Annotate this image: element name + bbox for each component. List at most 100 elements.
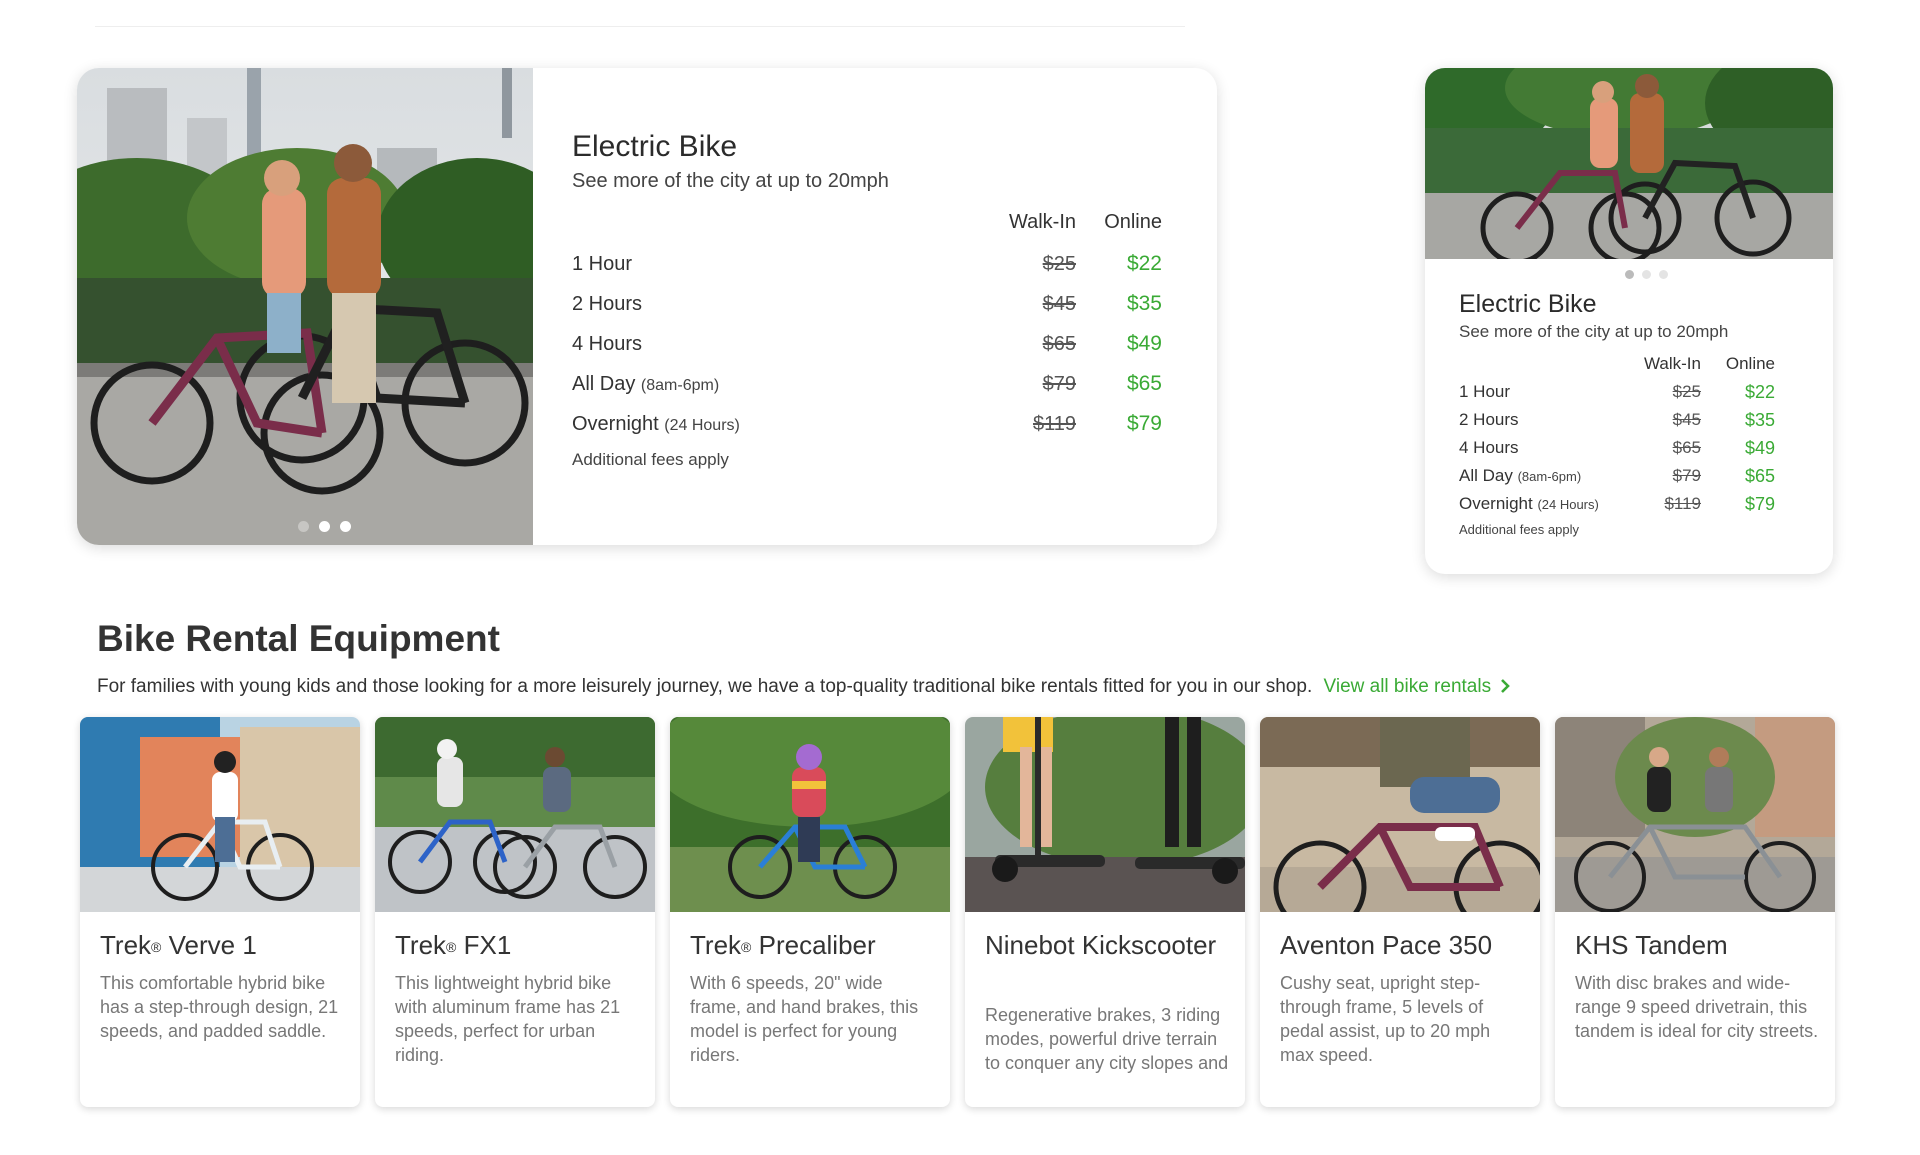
- walkin-price: $25: [1042, 252, 1076, 275]
- equipment-card-aventon-pace-350[interactable]: Aventon Pace 350 Cushy seat, upright ste…: [1260, 717, 1540, 1107]
- carousel-dot[interactable]: [1659, 270, 1668, 279]
- price-row: 1 Hour $25 $22: [1459, 378, 1775, 406]
- top-divider: [95, 26, 1185, 27]
- electric-bike-card-large: Electric Bike See more of the city at up…: [77, 68, 1217, 545]
- carousel-dot[interactable]: [1642, 270, 1651, 279]
- duration-label: 1 Hour: [572, 252, 633, 275]
- equipment-photo: [1260, 717, 1540, 912]
- card-title: Electric Bike: [1459, 290, 1597, 318]
- walkin-price: $79: [1042, 372, 1076, 395]
- fees-note: Additional fees apply: [572, 450, 729, 469]
- duration-note: (8am-6pm): [1517, 469, 1582, 484]
- duration-label: Overnight: [572, 412, 659, 435]
- online-price: $79: [1744, 493, 1775, 514]
- equipment-name: KHS Tandem: [1575, 930, 1728, 960]
- price-row: 4 Hours $65 $49: [1459, 434, 1775, 462]
- online-price: $22: [1744, 381, 1775, 402]
- price-row: Overnight (24 Hours) $119 $79: [1459, 490, 1775, 518]
- price-table: Walk-In Online 1 Hour $25 $22 2 Hours $4…: [572, 211, 1162, 444]
- equipment-card-trek-precaliber[interactable]: Trek® Precaliber With 6 speeds, 20" wide…: [670, 717, 950, 1107]
- equipment-description: With disc brakes and wide-range 9 speed …: [1575, 973, 1819, 1041]
- view-all-label: View all bike rentals: [1323, 676, 1492, 697]
- price-row: 4 Hours $65 $49: [572, 324, 1162, 364]
- view-all-bike-rentals-link[interactable]: View all bike rentals: [1324, 676, 1511, 697]
- equipment-name: Ninebot Kickscooter: [985, 930, 1217, 960]
- equipment-description: Cushy seat, upright step-through frame, …: [1280, 973, 1491, 1065]
- online-header: Online: [1725, 354, 1775, 373]
- duration-label: All Day: [572, 372, 636, 395]
- online-price: $65: [1126, 372, 1162, 395]
- online-price: $35: [1744, 409, 1775, 430]
- price-row: Overnight (24 Hours) $119 $79: [572, 404, 1162, 444]
- duration-label: 4 Hours: [1459, 438, 1519, 457]
- online-price: $49: [1126, 332, 1162, 355]
- card-title: Electric Bike: [572, 130, 738, 163]
- equipment-description: Regenerative brakes, 3 riding modes, pow…: [985, 1005, 1229, 1073]
- price-table: Walk-In Online 1 Hour $25 $22 2 Hours $4…: [1459, 354, 1775, 518]
- carousel-dot[interactable]: [319, 521, 330, 532]
- online-price: $49: [1744, 437, 1775, 458]
- online-price: $65: [1744, 465, 1775, 486]
- fees-note: Additional fees apply: [1459, 522, 1579, 537]
- equipment-name: Aventon Pace 350: [1280, 930, 1493, 960]
- equipment-name: Trek® Verve 1: [100, 930, 257, 960]
- duration-note: (8am-6pm): [640, 376, 720, 394]
- equipment-photo: [375, 717, 655, 912]
- walkin-price: $65: [1672, 438, 1701, 457]
- duration-label: 2 Hours: [572, 292, 643, 315]
- equipment-card-trek-fx1[interactable]: Trek® FX1 This lightweight hybrid bike w…: [375, 717, 655, 1107]
- equipment-name: Trek® Precaliber: [690, 930, 876, 960]
- walkin-price: $119: [1664, 494, 1701, 513]
- duration-note: (24 Hours): [664, 416, 740, 434]
- walkin-price: $45: [1672, 410, 1701, 429]
- walkin-price: $25: [1672, 382, 1701, 401]
- equipment-name: Trek® FX1: [395, 930, 512, 960]
- walkin-header: Walk-In: [1008, 211, 1076, 233]
- online-price: $22: [1126, 252, 1162, 275]
- section-title: Bike Rental Equipment: [97, 618, 500, 659]
- card-content: Electric Bike See more of the city at up…: [572, 130, 1162, 470]
- duration-label: 4 Hours: [572, 332, 643, 355]
- duration-label: All Day: [1459, 466, 1513, 485]
- carousel-dot[interactable]: [340, 521, 351, 532]
- card-subtitle: See more of the city at up to 20mph: [572, 170, 889, 192]
- walkin-header: Walk-In: [1644, 354, 1701, 373]
- walkin-price: $79: [1672, 466, 1701, 485]
- equipment-photo: [80, 717, 360, 912]
- price-row: All Day (8am-6pm) $79 $65: [1459, 462, 1775, 490]
- section-description: For families with young kids and those l…: [97, 676, 1511, 698]
- price-row: All Day (8am-6pm) $79 $65: [572, 364, 1162, 404]
- online-price: $79: [1126, 412, 1162, 435]
- walkin-price: $45: [1042, 292, 1076, 315]
- equipment-photo: [965, 717, 1245, 912]
- equipment-card-ninebot-kickscooter[interactable]: Ninebot Kickscooter Regenerative brakes,…: [965, 717, 1245, 1107]
- electric-bike-card-small: Electric Bike See more of the city at up…: [1425, 68, 1833, 574]
- carousel-dot[interactable]: [1625, 270, 1634, 279]
- price-row: 1 Hour $25 $22: [572, 244, 1162, 284]
- walkin-price: $65: [1042, 332, 1076, 355]
- electric-bike-photo: [1425, 68, 1833, 259]
- online-header: Online: [1104, 211, 1162, 233]
- equipment-photo: [670, 717, 950, 912]
- duration-label: 1 Hour: [1459, 382, 1511, 401]
- equipment-card-khs-tandem[interactable]: KHS Tandem With disc brakes and wide-ran…: [1555, 717, 1835, 1107]
- equipment-description: This comfortable hybrid bike has a step-…: [100, 973, 339, 1041]
- electric-bike-photo: [77, 68, 533, 545]
- carousel-dots: [298, 521, 351, 532]
- equipment-description: With 6 speeds, 20" wide frame, and hand …: [690, 973, 919, 1065]
- carousel-dots: [1625, 270, 1668, 279]
- equipment-list: Trek® Verve 1 This comfortable hybrid bi…: [80, 717, 1840, 1107]
- chevron-right-icon: [1501, 679, 1511, 693]
- equipment-description: This lightweight hybrid bike with alumin…: [395, 973, 621, 1065]
- carousel-dot[interactable]: [298, 521, 309, 532]
- card-content: Electric Bike See more of the city at up…: [1459, 290, 1775, 537]
- price-row: 2 Hours $45 $35: [1459, 406, 1775, 434]
- price-row: 2 Hours $45 $35: [572, 284, 1162, 324]
- equipment-card-trek-verve-1[interactable]: Trek® Verve 1 This comfortable hybrid bi…: [80, 717, 360, 1107]
- section-description-text: For families with young kids and those l…: [97, 676, 1313, 697]
- equipment-photo: [1555, 717, 1835, 912]
- duration-label: 2 Hours: [1459, 410, 1519, 429]
- duration-label: Overnight: [1459, 494, 1533, 513]
- card-subtitle: See more of the city at up to 20mph: [1459, 322, 1729, 341]
- walkin-price: $119: [1032, 412, 1076, 435]
